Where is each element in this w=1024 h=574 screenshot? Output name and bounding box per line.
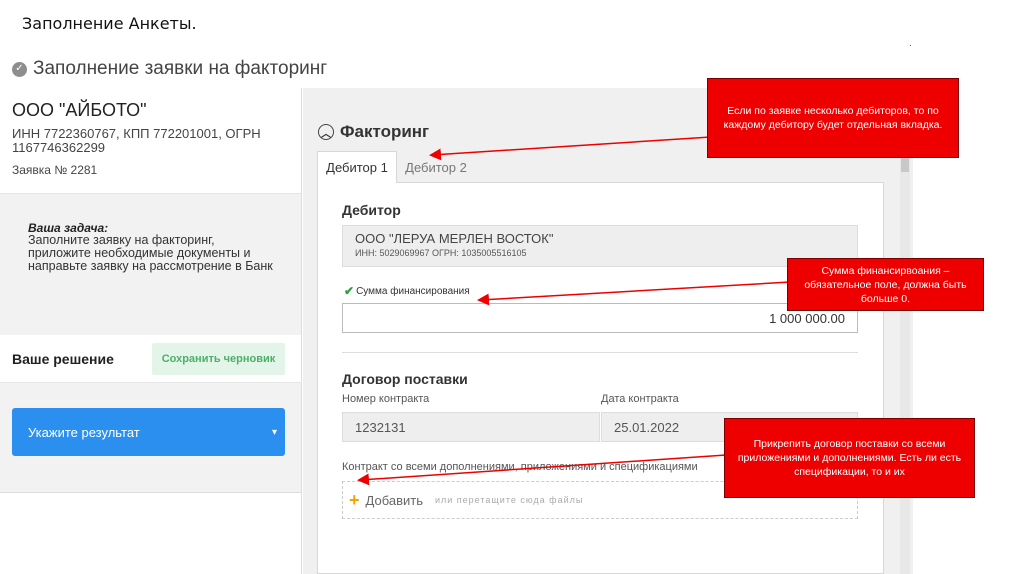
chevron-up-circle-icon[interactable]: ︿ [318,124,334,140]
save-draft-button[interactable]: Сохранить черновик [152,343,285,375]
page-title: ✓ Заполнение заявки на факторинг [12,58,327,80]
slide-title: Заполнение Анкеты. [22,14,197,33]
slide-dot: . [909,38,912,49]
debtor-ids: ИНН: 5029069967 ОГРН: 1035005516105 [355,248,527,258]
callout-amount: Сумма финансирвоания – обязательное поле… [787,258,984,311]
company-ids: ИНН 7722360767, КПП 772201001, ОГРН 1167… [12,126,261,155]
amount-input[interactable] [342,303,858,333]
callout-contract: Прикрепить договор поставки со всеми при… [724,418,975,498]
contract-number-field: 1232131 [342,412,600,442]
tab-debtor-1[interactable]: Дебитор 1 [317,151,397,183]
scrollbar-thumb[interactable] [901,158,909,172]
debtor-field: ООО "ЛЕРУА МЕРЛЕН ВОСТОК" ИНН: 502906996… [342,225,858,267]
company-name: ООО "АЙБОТО" [12,100,147,120]
factoring-section-header[interactable]: ︿ Факторинг [318,122,429,142]
add-file-button[interactable]: Добавить [366,493,423,508]
decision-label: Ваше решение [12,351,114,367]
left-filler [0,493,302,574]
contract-number-label: Номер контракта [342,393,430,405]
amount-label-text: Сумма финансирования [356,285,470,297]
factoring-section-title: Факторинг [340,122,430,141]
result-select[interactable]: Укажите результат ▾ [12,408,285,456]
caret-down-icon: ▾ [271,426,277,438]
task-text: Заполните заявку на факторинг, приложите… [28,233,273,273]
amount-label: ✔ Сумма финансирования [344,284,470,298]
divider [342,352,858,353]
contract-date-label: Дата контракта [601,393,679,405]
debtor-name: ООО "ЛЕРУА МЕРЛЕН ВОСТОК" [355,231,554,246]
application-number: Заявка № 2281 [12,163,98,177]
scrollbar[interactable] [900,155,910,574]
checkmark-icon: ✔ [344,284,355,298]
tab-debtor-2[interactable]: Дебитор 2 [398,151,474,183]
check-circle-icon: ✓ [12,61,27,77]
contract-heading: Договор поставки [342,371,468,387]
result-select-label: Укажите результат [28,424,140,440]
page-title-text: Заполнение заявки на факторинг [33,58,328,79]
callout-tabs: Если по заявке несколько дебиторов, то п… [707,78,959,158]
debtor-heading: Дебитор [342,202,401,218]
drop-hint: или перетащите сюда файлы [434,495,584,505]
attachment-label: Контракт со всеми дополнениями, приложен… [342,461,698,473]
plus-icon[interactable]: + [349,491,360,509]
